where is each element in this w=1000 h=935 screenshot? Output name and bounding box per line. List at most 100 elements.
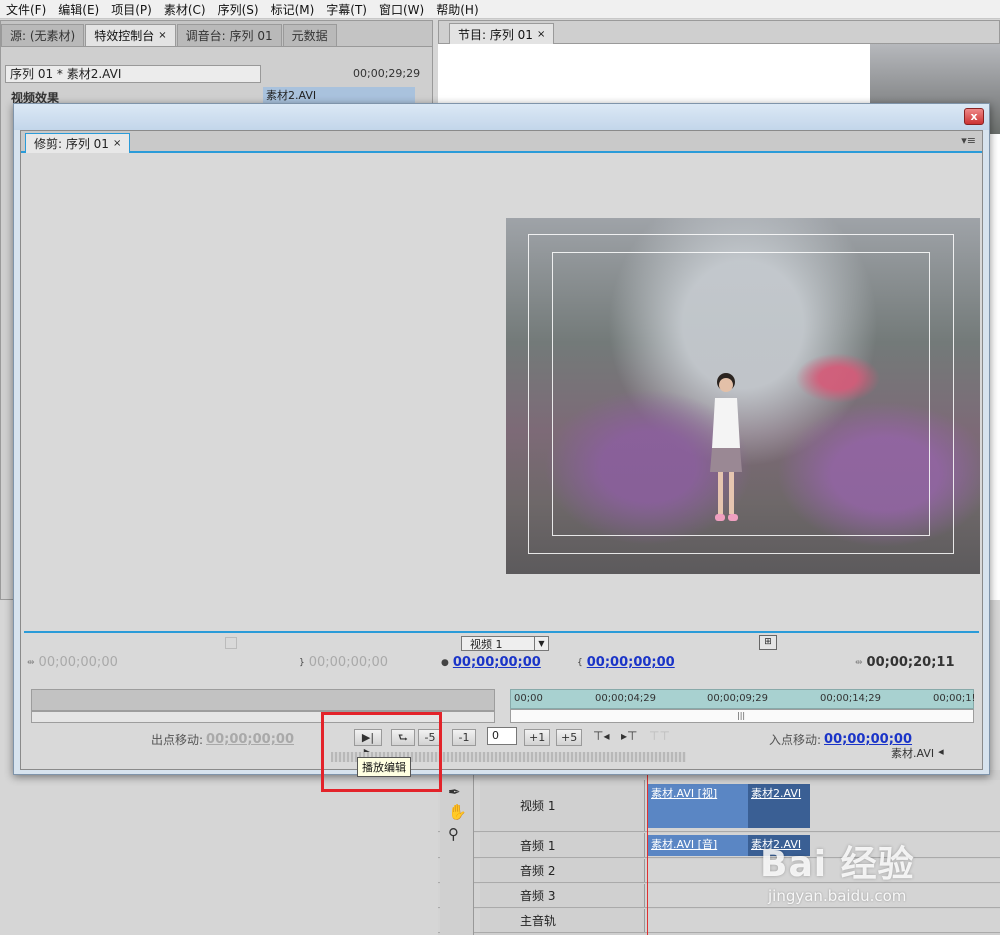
track-header: 音频 3	[480, 884, 645, 907]
track-name: 主音轨	[520, 914, 557, 928]
tab-effect-controls-label: 特效控制台	[94, 29, 155, 43]
person-figure	[710, 373, 742, 521]
ruler-tick: 00;00;1!	[933, 693, 976, 704]
track-name: 音频 1	[520, 838, 556, 853]
program-panel-tabs: 节目: 序列 01 ×	[438, 20, 1000, 45]
ruler-tick: 00;00;14;29	[820, 693, 882, 704]
close-icon[interactable]: ×	[113, 138, 121, 149]
menu-clip[interactable]: 素材(C)	[158, 1, 212, 18]
menu-title[interactable]: 字幕(T)	[320, 1, 373, 18]
track-select[interactable]: 视频 1 ▼	[461, 636, 549, 651]
breadcrumb[interactable]: 序列 01 * 素材2.AVI	[5, 65, 261, 83]
marker-icon: ●	[441, 657, 449, 668]
out-shift-value[interactable]: 00;00;00;00	[206, 732, 294, 747]
tools-panel: ✒ ✋ ⚲	[440, 775, 474, 935]
ruler-tick: 00;00	[514, 693, 543, 704]
duration-icon: ⇹	[855, 657, 863, 668]
split-view-icon[interactable]	[225, 637, 237, 649]
watermark-brand: Bai 经验	[760, 844, 915, 885]
right-duration: ⇹ 00;00;20;11	[855, 655, 955, 670]
track-select-value: 视频 1	[470, 637, 503, 651]
out-shift: 出点移动: 00;00;00;00	[151, 731, 294, 748]
right-in-point: ● 00;00;00;00	[441, 655, 541, 670]
trim-plus-5-button[interactable]: +5	[556, 729, 583, 746]
hand-icon[interactable]: ✋	[448, 803, 467, 821]
pen-icon[interactable]: ✒	[448, 783, 461, 801]
tooltip: 播放编辑	[357, 757, 411, 777]
right-scrollbar[interactable]: |||	[510, 709, 974, 723]
highlight-annotation	[321, 712, 442, 792]
clip[interactable]: 素材2.AVI	[748, 784, 810, 828]
playhead[interactable]	[647, 770, 648, 935]
close-icon[interactable]: ×	[537, 29, 545, 40]
clip[interactable]: 素材.AVI [音]	[648, 835, 748, 856]
tab-effect-controls[interactable]: 特效控制台 ×	[85, 24, 176, 46]
panel-menu-icon[interactable]: ▾≡	[961, 134, 976, 147]
right-time-ruler[interactable]: 00;00 00;00;04;29 00;00;09;29 00;00;14;2…	[510, 689, 976, 709]
out-point-icon: }	[299, 657, 305, 668]
tab-trim[interactable]: 修剪: 序列 01 ×	[25, 133, 131, 153]
left-duration-timecode[interactable]: 00;00;00;00	[39, 655, 118, 670]
trim-window: x 修剪: 序列 01 × ▾≡ 视频 1 ▼ ⊞ ⇹ 00;00;00;00 …	[13, 103, 990, 775]
ruler-tick: 00;00;09;29	[707, 693, 769, 704]
tab-metadata[interactable]: 元数据	[282, 24, 337, 46]
close-icon[interactable]: ×	[158, 30, 166, 41]
right-in-point-2: { 00;00;00;00	[577, 655, 675, 670]
safe-margins-icon[interactable]: ⊞	[759, 635, 777, 650]
menu-file[interactable]: 文件(F)	[0, 1, 52, 18]
right-duration-timecode[interactable]: 00;00;20;11	[867, 655, 955, 670]
track-video-1: 视频 1 素材.AVI [视] 素材2.AVI	[438, 780, 1000, 832]
trim-plus-1-button[interactable]: +1	[524, 729, 551, 746]
trim-minus-1-button[interactable]: -1	[452, 729, 476, 746]
speaker-icon: ◂	[938, 745, 944, 758]
watermark-url: jingyan.baidu.com	[768, 887, 907, 905]
menu-project[interactable]: 项目(P)	[105, 1, 158, 18]
trim-offset-input[interactable]: 0	[487, 727, 517, 745]
in-shift-label: 入点移动:	[769, 733, 822, 747]
chevron-down-icon: ▼	[534, 637, 548, 650]
menu-sequence[interactable]: 序列(S)	[212, 1, 265, 18]
clip[interactable]: 素材.AVI [视]	[648, 784, 748, 828]
left-time-ruler[interactable]	[31, 689, 495, 711]
trim-tabstrip: 修剪: 序列 01 × ▾≡	[21, 131, 982, 153]
ruler-tick: 00;00;04;29	[595, 693, 657, 704]
clip-bar[interactable]: 素材2.AVI	[263, 87, 415, 103]
menu-bar: 文件(F) 编辑(E) 项目(P) 素材(C) 序列(S) 标记(M) 字幕(T…	[0, 0, 1000, 19]
video-frame	[506, 218, 980, 574]
trim-edit-icon[interactable]: ⊤⊤	[649, 729, 670, 743]
track-header: 视频 1	[480, 780, 645, 831]
tab-program[interactable]: 节目: 序列 01 ×	[449, 23, 555, 45]
left-duration: ⇹ 00;00;00;00	[27, 655, 118, 670]
menu-help[interactable]: 帮助(H)	[430, 1, 484, 18]
zoom-icon[interactable]: ⚲	[448, 825, 459, 843]
clip-name-label: 素材.AVI	[891, 747, 935, 760]
track-name: 视频 1	[520, 799, 556, 813]
duration-icon: ⇹	[27, 657, 35, 668]
tab-trim-label: 修剪: 序列 01	[34, 137, 109, 151]
go-to-previous-edit-icon[interactable]: ⊤◂	[593, 729, 609, 743]
tab-source[interactable]: 源: (无素材)	[1, 24, 85, 46]
track-name: 音频 2	[520, 864, 556, 878]
tab-audio-mixer[interactable]: 调音台: 序列 01	[176, 24, 282, 46]
left-panel-tabs: 源: (无素材) 特效控制台 × 调音台: 序列 01 元数据	[1, 21, 432, 47]
tab-program-label: 节目: 序列 01	[458, 28, 533, 42]
track-header: 主音轨	[480, 909, 645, 932]
left-out-timecode[interactable]: 00;00;00;00	[309, 655, 388, 670]
separator	[24, 631, 979, 633]
menu-window[interactable]: 窗口(W)	[373, 1, 430, 18]
trim-panel: 修剪: 序列 01 × ▾≡ 视频 1 ▼ ⊞ ⇹ 00;00;00;00} …	[20, 130, 983, 770]
window-close-button[interactable]: x	[964, 108, 984, 125]
track-header: 音频 1	[480, 833, 645, 857]
go-to-next-edit-icon[interactable]: ▸⊤	[621, 729, 637, 743]
track-header: 音频 2	[480, 859, 645, 882]
right-in-timecode[interactable]: 00;00;00;00	[453, 655, 541, 670]
clip-name: 素材.AVI ◂	[891, 745, 944, 761]
window-titlebar[interactable]: x	[14, 104, 989, 130]
right-in2-timecode[interactable]: 00;00;00;00	[587, 655, 675, 670]
left-out-point: } 00;00;00;00	[299, 655, 388, 670]
menu-marker[interactable]: 标记(M)	[265, 1, 321, 18]
trim-monitor	[24, 156, 980, 632]
scroll-handle[interactable]: |||	[737, 711, 745, 720]
track-name: 音频 3	[520, 889, 556, 903]
menu-edit[interactable]: 编辑(E)	[52, 1, 105, 18]
